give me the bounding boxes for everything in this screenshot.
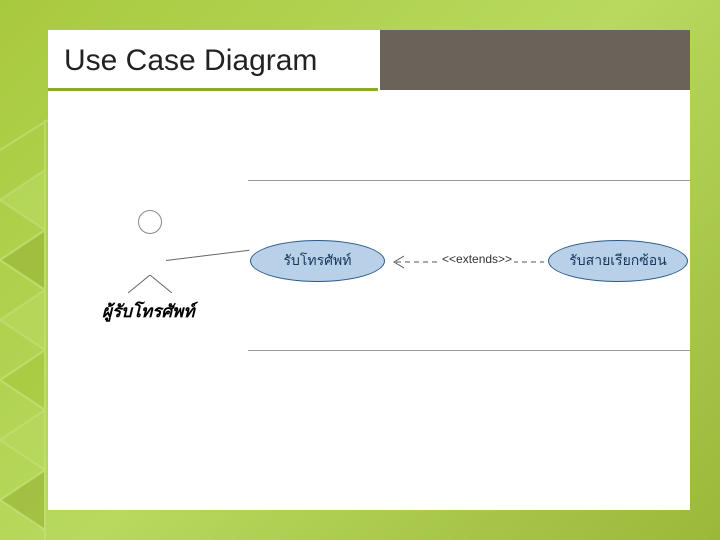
extends-stereotype-label: <<extends>> [440, 252, 514, 266]
title-underline [48, 88, 378, 91]
actor-head [138, 210, 162, 234]
association-line [166, 250, 249, 261]
actor-body-icon [128, 275, 172, 293]
system-boundary-bottom [248, 350, 690, 351]
usecase-receive-call: รับโทรศัพท์ [250, 240, 385, 282]
slide-content-panel: Use Case Diagram ผู้รับโทรศัพท์ รับโทรศั… [48, 30, 690, 510]
use-case-diagram: ผู้รับโทรศัพท์ รับโทรศัพท์ รับสายเรียกซ้… [108, 180, 670, 400]
slide-title: Use Case Diagram [64, 44, 317, 78]
usecase-call-waiting: รับสายเรียกซ้อน [548, 240, 688, 282]
usecase-label: รับโทรศัพท์ [283, 250, 351, 272]
usecase-label: รับสายเรียกซ้อน [569, 250, 666, 272]
actor-label: ผู้รับโทรศัพท์ [102, 298, 195, 325]
header-accent-bar [380, 30, 690, 90]
system-boundary-top [248, 180, 690, 181]
